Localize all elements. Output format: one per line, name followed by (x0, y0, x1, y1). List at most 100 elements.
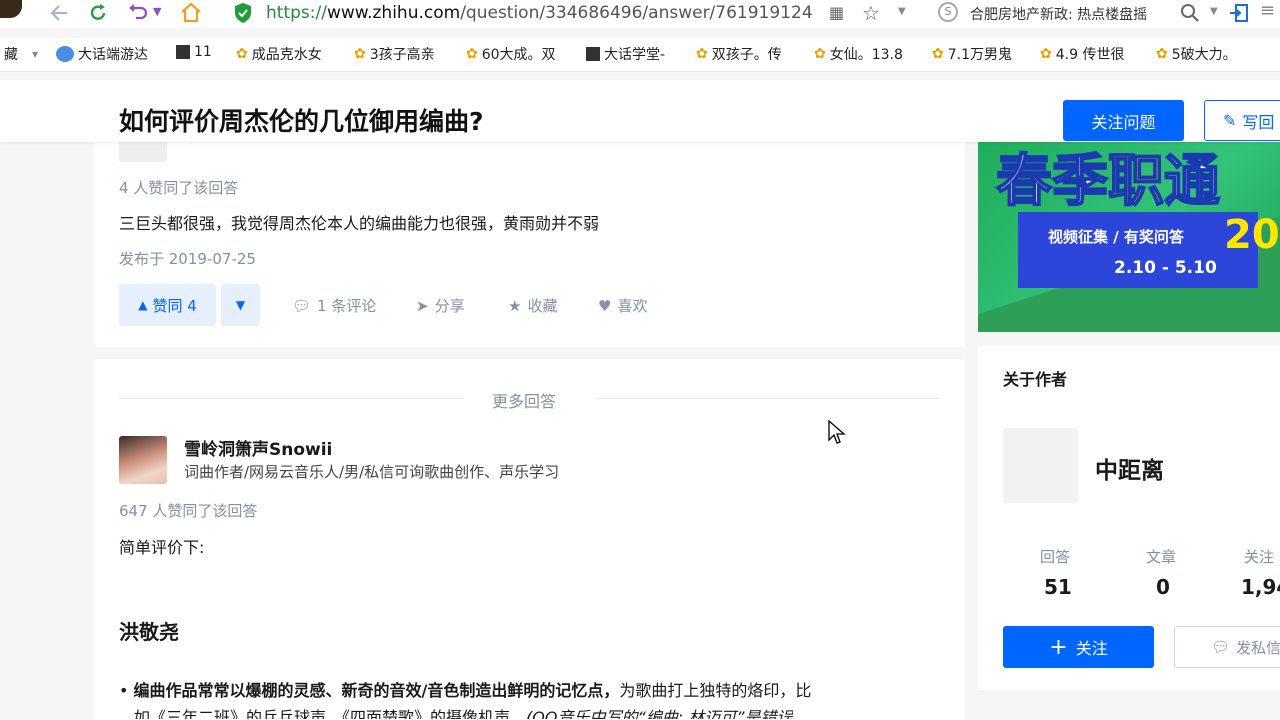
heart-icon: ♥ (598, 296, 612, 315)
downvote-button[interactable]: ▼ (221, 284, 260, 326)
ad-year: 202 (1224, 212, 1280, 258)
question-title[interactable]: 如何评价周杰伦的几位御用编曲? (119, 102, 484, 138)
triangle-down-icon: ▼ (235, 298, 246, 312)
star-icon: ✿ (354, 46, 366, 62)
author-card-title: 关于作者 (1003, 370, 1068, 389)
bookmark-label: 成品克水女 (251, 47, 322, 63)
bookmark-label: 大话学堂- (604, 47, 666, 63)
author-name[interactable]: 雪岭洞箫声Snowii (184, 435, 332, 460)
login-icon[interactable] (1228, 2, 1250, 24)
stat-label-articles[interactable]: 文章 (1146, 546, 1176, 567)
write-answer-label: 写回 (1242, 112, 1275, 132)
ad-subtitle: 视频征集 / 有奖问答 (1048, 228, 1184, 246)
bullet-dot: • (119, 681, 129, 700)
stat-value-articles[interactable]: 0 (1156, 575, 1170, 599)
comment-bubble-icon: 💬︎ (292, 296, 312, 315)
ad-banner[interactable]: 春季职通 202 视频征集 / 有奖问答 2.10 - 5.10 (978, 142, 1280, 332)
avatar[interactable] (1003, 428, 1078, 503)
star-icon: ✿ (932, 46, 944, 62)
bookmark-item[interactable]: ✿ 4.9 传世很 (1040, 44, 1124, 64)
bullet-bold-text: 编曲作品常常以爆棚的灵感、新奇的音效/音色制造出鲜明的记忆点， (133, 681, 620, 700)
bookmark-label: 11 (194, 44, 212, 60)
star-icon: ✿ (466, 46, 478, 62)
bookmark-item[interactable]: ✿ 60大成。双 (466, 44, 556, 64)
stat-value-followers[interactable]: 1,94 (1241, 575, 1280, 599)
section-heading: 洪敬尧 (119, 620, 179, 644)
url-scheme: https:// (266, 3, 327, 23)
divider-line-right (594, 398, 939, 399)
bookmark-item[interactable]: 藏 ▼ (4, 44, 38, 64)
write-answer-button[interactable]: ✎ 写回 (1204, 100, 1280, 141)
bullet-continuation: 如《三年二班》的乒乓球声，《四面楚歌》的摄像机声，(QQ音乐中写的“编曲: 林迈… (134, 705, 793, 719)
bookmark-item[interactable]: ✿ 7.1万男鬼 (932, 44, 1012, 64)
vote-count-text: 647 人赞同了该回答 (119, 502, 258, 520)
star-icon: ✿ (236, 46, 248, 62)
chevron-down-icon[interactable]: ▼ (153, 5, 161, 18)
ad-title-part: 通 (1163, 149, 1221, 215)
upvote-label: 赞同 4 (152, 296, 197, 315)
more-answers-card: 更多回答 雪岭洞箫声Snowii 词曲作者/网易云音乐人/男/私信可询歌曲创作、… (94, 359, 965, 720)
back-icon[interactable] (47, 3, 69, 23)
chevron-down-icon[interactable]: ▼ (898, 6, 906, 17)
page-icon (586, 47, 600, 61)
ad-title: 春季职通 (995, 149, 1221, 215)
stat-value-answers[interactable]: 51 (1044, 575, 1072, 599)
bookmark-item[interactable]: ✿ 3孩子高亲 (354, 44, 435, 64)
url-host: www.zhihu.com (326, 3, 461, 23)
follow-author-button[interactable]: + 关注 (1003, 626, 1154, 668)
avatar[interactable] (119, 436, 167, 484)
comment-bubble-icon: 💬︎ (1211, 638, 1231, 656)
comment-button[interactable]: 💬︎ 1 条评论 (292, 295, 376, 316)
plus-icon: + (1049, 634, 1068, 660)
bookmark-label: 7.1万男鬼 (947, 47, 1012, 63)
follow-question-button[interactable]: 关注问题 (1063, 100, 1184, 141)
author-bio: 词曲作者/网易云音乐人/男/私信可询歌曲创作、声乐学习 (184, 463, 560, 481)
message-button[interactable]: 💬︎ 发私信 (1174, 626, 1280, 668)
stat-label-answers[interactable]: 回答 (1040, 546, 1070, 567)
share-button[interactable]: ➤ 分享 (416, 295, 465, 316)
bookmark-label: 女仙。13.8 (829, 47, 903, 63)
star-icon: ✿ (814, 46, 826, 62)
author-card: 关于作者 中距离 回答 51 文章 0 关注 1,94 + 关注 💬︎ 发私信 (978, 346, 1280, 690)
share-label: 分享 (434, 297, 465, 315)
vote-count-text: 4 人赞同了该回答 (119, 179, 239, 197)
qr-code-icon[interactable]: ▦ (829, 3, 844, 22)
bookmark-item[interactable]: 大话端游达 (56, 44, 148, 64)
upvote-button[interactable]: ▲ 赞同 4 (119, 284, 216, 326)
secure-shield-icon (235, 3, 251, 23)
bookmark-item[interactable]: ✿ 双孩子。传 (696, 44, 782, 64)
stat-label-followers[interactable]: 关注 (1244, 546, 1274, 567)
star-icon: ★ (508, 296, 522, 315)
bookmark-item[interactable]: ✿ 女仙。13.8 (814, 44, 903, 64)
bookmark-item[interactable]: 11 (176, 44, 212, 60)
menu-icon[interactable]: ≡ (1260, 0, 1275, 21)
address-bar[interactable]: https://www.zhihu.com/question/334686496… (266, 0, 956, 26)
home-icon[interactable] (179, 1, 203, 23)
pencil-icon: ✎ (1223, 111, 1237, 130)
author-card-name[interactable]: 中距离 (1095, 451, 1164, 485)
like-label: 喜欢 (617, 297, 648, 315)
message-label: 发私信 (1236, 638, 1280, 657)
search-icon[interactable] (1180, 3, 1200, 23)
bookmark-item[interactable]: ✿ 5破大力。 (1156, 44, 1237, 64)
chevron-down-icon[interactable]: ▼ (1210, 6, 1218, 17)
more-answers-label: 更多回答 (492, 392, 557, 411)
bookmark-item[interactable]: 大话学堂- (586, 44, 665, 64)
bookmark-label: 双孩子。传 (711, 47, 782, 63)
star-icon: ✿ (1156, 46, 1168, 62)
profile-avatar[interactable] (0, 0, 22, 18)
bookmark-label: 4.9 传世很 (1055, 47, 1125, 63)
bookmark-item[interactable]: ✿ 成品克水女 (236, 44, 322, 64)
reload-icon[interactable] (87, 2, 109, 24)
like-button[interactable]: ♥ 喜欢 (598, 295, 647, 316)
collect-button[interactable]: ★ 收藏 (508, 295, 557, 316)
bookmark-star-icon[interactable]: ☆ (862, 1, 880, 25)
bookmark-label: 3孩子高亲 (369, 47, 435, 63)
ad-title-highlight: 职 (1107, 149, 1165, 215)
answer-intro: 简单评价下: (119, 538, 205, 557)
undo-icon[interactable] (127, 3, 149, 23)
search-preview-text[interactable]: 合肥房地产新政: 热点楼盘摇 (970, 4, 1170, 24)
send-icon: ➤ (416, 296, 429, 315)
publish-date[interactable]: 发布于 2019-07-25 (119, 248, 256, 269)
triangle-up-icon: ▲ (138, 298, 148, 312)
